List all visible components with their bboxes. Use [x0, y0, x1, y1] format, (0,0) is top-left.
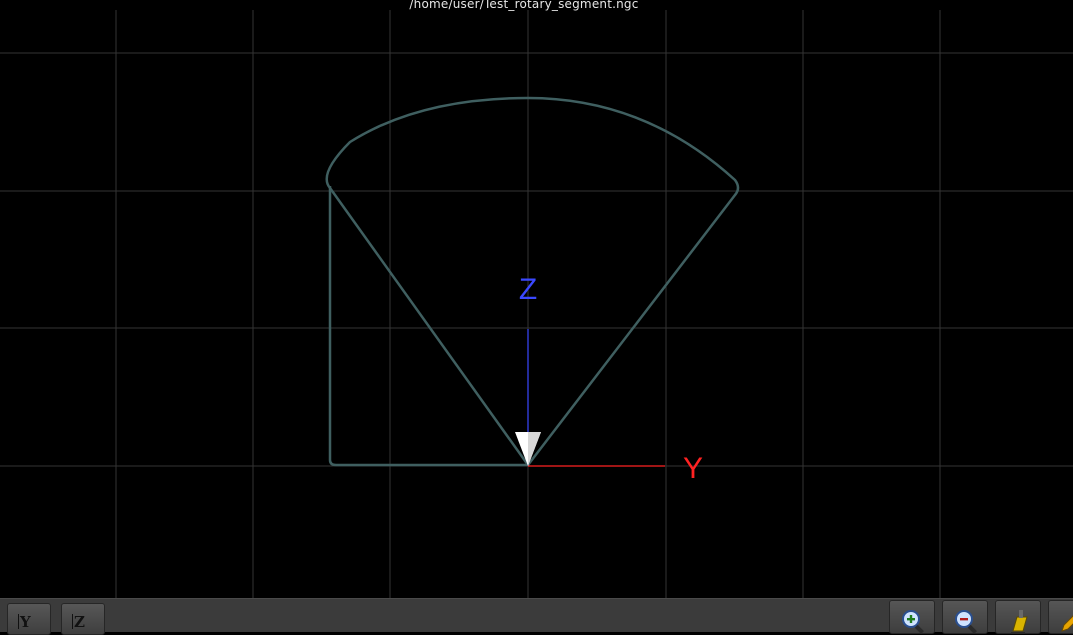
zoom-in-button[interactable]: [889, 600, 935, 634]
edit-button[interactable]: [1048, 600, 1073, 634]
gcode-preview-viewport[interactable]: Z Y /home/user/Test_rotary_segment.ngc: [0, 0, 1073, 598]
view-z-button[interactable]: Z: [61, 603, 105, 635]
zoom-out-button[interactable]: [942, 600, 988, 634]
clear-plot-button[interactable]: [995, 600, 1041, 634]
z-axis-label: Z: [519, 273, 537, 306]
view-z-label: Z: [74, 613, 85, 631]
view-y-icon: [18, 614, 19, 629]
preview-canvas: Z Y: [0, 10, 1073, 598]
file-path-title: /home/user/Test_rotary_segment.ngc: [409, 0, 639, 11]
view-y-button[interactable]: Y: [7, 603, 51, 635]
view-y-label: Y: [20, 613, 31, 631]
view-z-icon: [72, 614, 73, 629]
y-axis-label: Y: [683, 452, 703, 485]
bottom-toolbar: Y Z: [0, 598, 1073, 635]
